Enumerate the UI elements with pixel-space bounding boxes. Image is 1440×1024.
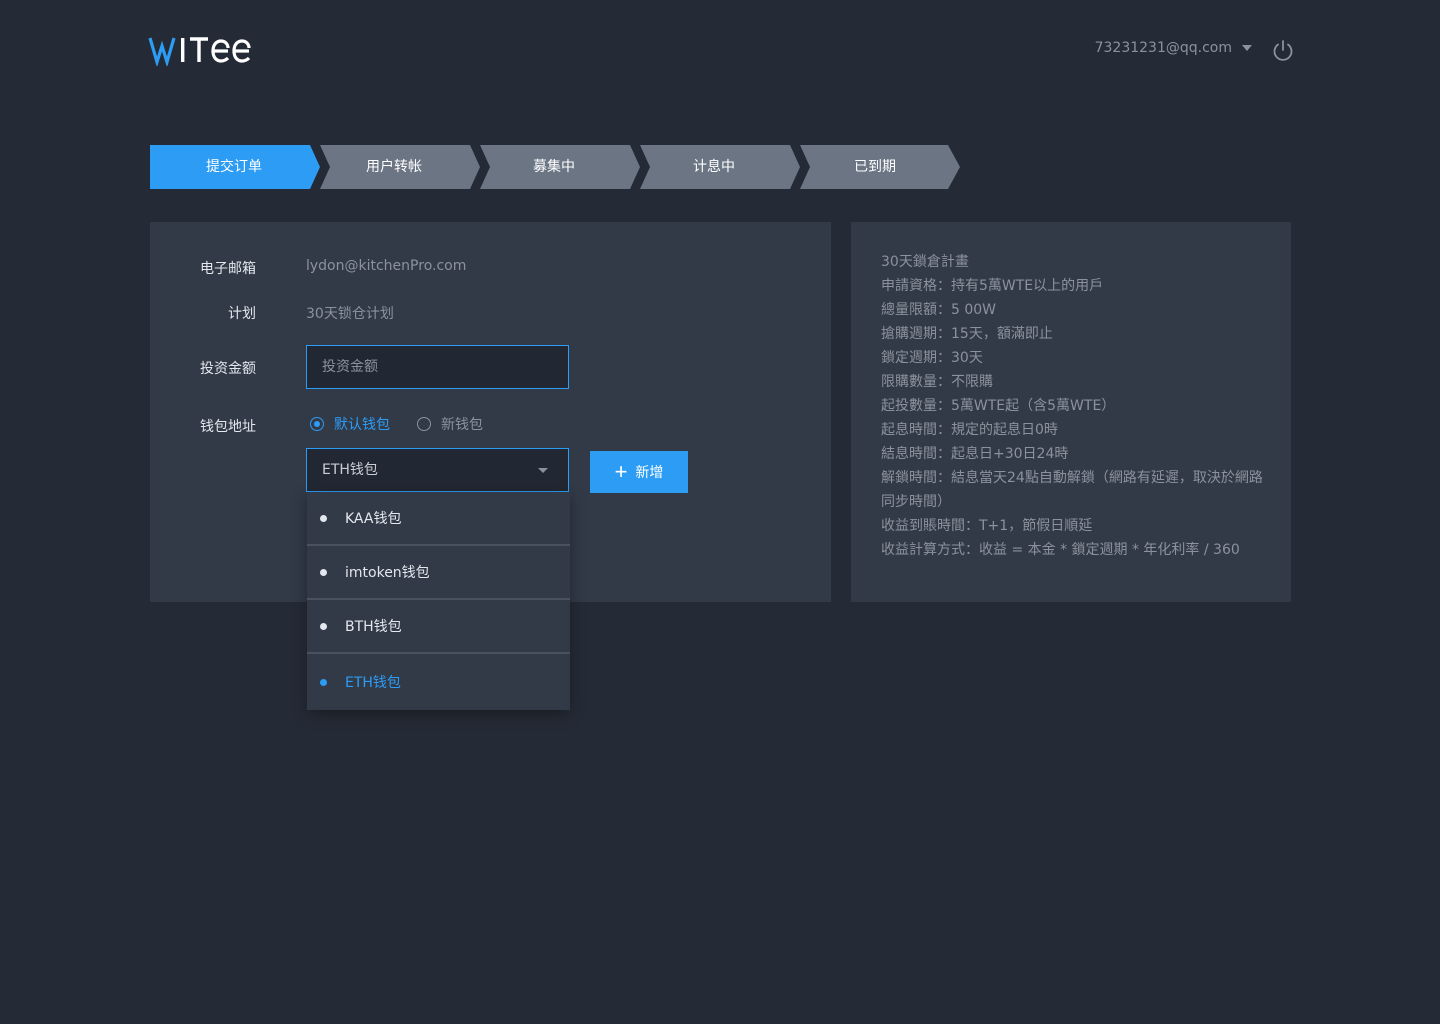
add-wallet-button[interactable]: + 新增: [590, 451, 688, 493]
step-fundraising[interactable]: 募集中: [494, 145, 614, 189]
info-line: 結息時間：起息日+30日24時: [881, 446, 1069, 462]
user-email: 73231231@qq.com: [1094, 40, 1232, 56]
info-line: 收益計算方式：收益 = 本金 * 鎖定週期 * 年化利率 / 360: [881, 542, 1240, 558]
step-submit-order[interactable]: 提交订单: [174, 145, 294, 189]
info-line: 限購數量：不限購: [881, 374, 993, 390]
option-dot-icon: [320, 622, 327, 630]
radio-new-label: 新钱包: [441, 417, 483, 433]
option-label: KAA钱包: [345, 511, 402, 527]
plan-label: 计划: [228, 306, 256, 322]
witee-logo: [148, 37, 251, 66]
info-line: 解鎖時間：結息當天24點自動解鎖（網路有延遲，取決於網路同步時間）: [881, 470, 1263, 510]
wallet-option-imtoken[interactable]: imtoken钱包: [307, 546, 570, 600]
option-label: ETH钱包: [345, 675, 401, 691]
investment-amount-input[interactable]: [306, 345, 569, 389]
radio-unchecked-icon: [417, 417, 431, 431]
add-button-label: 新增: [635, 464, 664, 480]
info-line: 申請資格：持有5萬WTE以上的用戶: [881, 278, 1104, 294]
step-user-transfer[interactable]: 用户转帐: [334, 145, 454, 189]
email-value: lydon@kitchenPro.com: [306, 258, 467, 274]
wallet-select-value: ETH钱包: [322, 462, 378, 478]
radio-checked-icon: [310, 417, 324, 431]
wallet-option-bth[interactable]: BTH钱包: [307, 600, 570, 654]
plus-icon: +: [614, 459, 628, 484]
radio-new-wallet[interactable]: 新钱包: [417, 414, 483, 434]
info-title: 30天鎖倉計畫: [881, 254, 969, 270]
info-line: 鎖定週期：30天: [881, 350, 983, 366]
user-menu[interactable]: 73231231@qq.com: [1095, 40, 1252, 56]
wallet-option-eth[interactable]: ETH钱包: [307, 654, 570, 710]
power-icon[interactable]: [1271, 39, 1295, 63]
step-matured[interactable]: 已到期: [815, 145, 935, 189]
option-label: imtoken钱包: [345, 565, 430, 581]
step-interest-accruing[interactable]: 计息中: [654, 145, 774, 189]
order-progress-steps: 提交订单 用户转帐 募集中 计息中 已到期: [150, 145, 970, 189]
wallet-option-kaa[interactable]: KAA钱包: [307, 492, 570, 546]
amount-label: 投资金额: [200, 361, 256, 377]
info-line: 起投數量：5萬WTE起（含5萬WTE）: [881, 398, 1116, 414]
wallet-dropdown: KAA钱包 imtoken钱包 BTH钱包 ETH钱包: [307, 492, 570, 710]
info-line: 起息時間：規定的起息日0時: [881, 422, 1058, 438]
option-label: BTH钱包: [345, 619, 402, 635]
wallet-label: 钱包地址: [200, 419, 256, 435]
radio-default-label: 默认钱包: [334, 417, 390, 433]
caret-down-icon: [1242, 45, 1252, 51]
radio-default-wallet[interactable]: 默认钱包: [310, 414, 390, 434]
wallet-select[interactable]: ETH钱包: [306, 448, 569, 492]
info-line: 收益到賬時間：T+1，節假日順延: [881, 518, 1093, 534]
option-dot-icon: [320, 514, 327, 522]
option-dot-icon: [320, 568, 327, 576]
info-line: 總量限額：5 00W: [881, 302, 997, 318]
option-dot-icon: [320, 678, 327, 686]
email-label: 电子邮箱: [200, 261, 256, 277]
plan-value: 30天锁仓计划: [306, 306, 394, 322]
chevron-down-icon: [538, 468, 548, 473]
info-line: 搶購週期：15天，額滿即止: [881, 326, 1053, 342]
plan-info-panel: 30天鎖倉計畫 申請資格：持有5萬WTE以上的用戶 總量限額：5 00W 搶購週…: [851, 222, 1291, 602]
